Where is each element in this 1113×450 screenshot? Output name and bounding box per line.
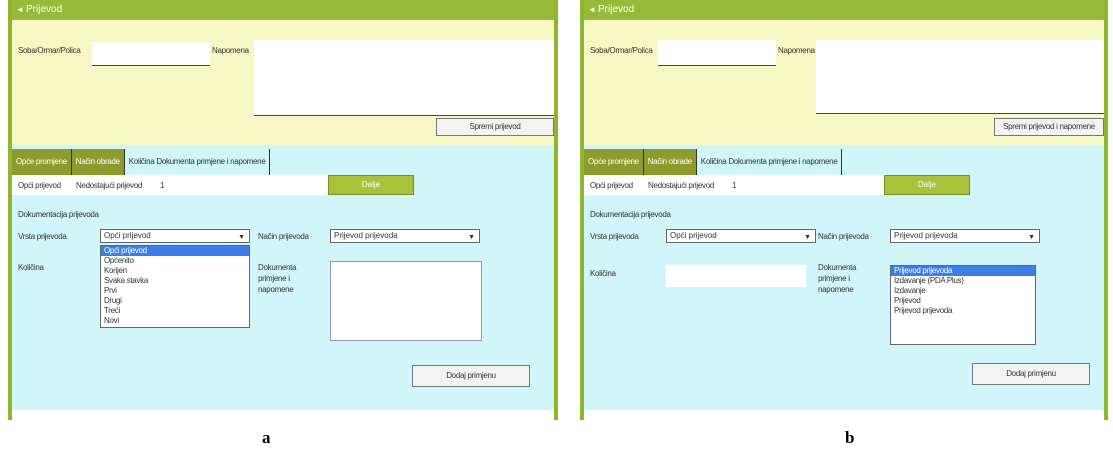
panel-b: ◄ Prijevod Soba/Ormar/Polica Napomena Sp… — [580, 0, 1108, 420]
info-row: Opći prijevod Nedostajući prijevod 1 — [12, 175, 328, 195]
panel-a-tabs: Opće promjene Način obrade Količina Doku… — [12, 149, 271, 175]
location-input[interactable] — [658, 40, 776, 66]
add-application-button[interactable]: Dodaj primjenu — [972, 363, 1090, 385]
add-application-button[interactable]: Dodaj primjenu — [412, 365, 530, 387]
list-item[interactable]: Prvi — [101, 286, 249, 296]
panel-b-tabs: Opće promjene Način obrade Količina Doku… — [584, 149, 843, 175]
doc-label-3: napomene — [818, 285, 854, 294]
tab-general[interactable]: Opće promjene — [584, 149, 644, 175]
mode-label: Način prijevoda — [818, 232, 869, 241]
collapse-arrow-icon[interactable]: ◄ — [588, 0, 596, 20]
type-select-value: Opći prijevod — [104, 231, 151, 240]
list-item[interactable]: Izdavanje (PDA Plus) — [891, 276, 1035, 286]
panel-b-bottom-section: Opće promjene Način obrade Količina Doku… — [584, 145, 1104, 410]
next-button[interactable]: Dalje — [884, 175, 970, 195]
panel-b-title: Prijevod — [598, 4, 635, 15]
panel-a-header: ◄ Prijevod — [12, 0, 554, 20]
list-item[interactable]: Općenito — [101, 256, 249, 266]
panel-a-title: Prijevod — [26, 4, 63, 15]
list-item[interactable]: Drugi — [101, 296, 249, 306]
save-button[interactable]: Spremi prijevod — [436, 118, 554, 136]
type-label: Vrsta prijevoda — [18, 232, 67, 241]
list-item[interactable]: Izdavanje — [891, 286, 1035, 296]
info-label-2: Nedostajući prijevod — [648, 181, 715, 190]
mode-label: Način prijevoda — [258, 232, 309, 241]
info-row: Opći prijevod Nedostajući prijevod 1 — [584, 175, 884, 195]
mode-dropdown-list[interactable]: Prijevod prijevoda Izdavanje (PDA Plus) … — [890, 265, 1036, 345]
panel-a-frame: ◄ Prijevod Soba/Ormar/Polica Napomena Sp… — [8, 0, 558, 420]
panel-a-bottom-section: Opće promjene Način obrade Količina Doku… — [12, 145, 554, 410]
list-item[interactable]: Treći — [101, 306, 249, 316]
info-label: Opći prijevod — [590, 181, 633, 190]
quantity-input[interactable] — [666, 265, 806, 287]
type-select[interactable]: Opći prijevod ▼ — [666, 229, 816, 243]
quantity-label: Količina — [18, 263, 44, 272]
section-title: Dokumentacija prijevoda — [18, 210, 99, 219]
panel-b-top-section: Soba/Ormar/Polica Napomena Spremi prijev… — [584, 20, 1104, 145]
mode-select-value: Prijevod prijevoda — [894, 231, 958, 240]
panel-a: ◄ Prijevod Soba/Ormar/Polica Napomena Sp… — [8, 0, 558, 420]
tab-quantity[interactable]: Količina Dokumenta primjene i napomene — [696, 149, 843, 175]
list-item[interactable]: Korijen — [101, 266, 249, 276]
doc-label-3: napomene — [258, 285, 294, 294]
type-dropdown-list[interactable]: Opći prijevod Općenito Korijen Svaka sta… — [100, 245, 250, 328]
type-label: Vrsta prijevoda — [590, 232, 639, 241]
list-item[interactable]: Opći prijevod — [101, 246, 249, 256]
doc-textarea[interactable] — [330, 261, 482, 341]
note-textarea[interactable] — [254, 40, 554, 116]
note-textarea[interactable] — [816, 40, 1104, 114]
caption-a: a — [262, 428, 271, 447]
doc-label-2: primjene i — [258, 274, 290, 283]
type-select[interactable]: Opći prijevod ▼ — [100, 229, 250, 243]
list-item[interactable]: Novi — [101, 316, 249, 326]
doc-label-2: primjene i — [818, 274, 850, 283]
list-item[interactable]: Prijevod prijevoda — [891, 306, 1035, 316]
list-item[interactable]: Prijevod prijevoda — [891, 266, 1035, 276]
location-label: Soba/Ormar/Polica — [590, 46, 653, 55]
doc-label-1: Dokumenta — [258, 263, 297, 272]
location-label: Soba/Ormar/Polica — [18, 46, 81, 55]
section-title: Dokumentacija prijevoda — [590, 210, 671, 219]
mode-select-value: Prijevod prijevoda — [334, 231, 398, 240]
chevron-down-icon: ▼ — [1028, 234, 1035, 241]
chevron-down-icon: ▼ — [804, 234, 811, 241]
note-label: Napomena — [212, 46, 249, 55]
quantity-label: Količina — [590, 269, 616, 278]
panel-a-top-section: Soba/Ormar/Polica Napomena Spremi prijev… — [12, 20, 554, 145]
mode-select[interactable]: Prijevod prijevoda ▼ — [330, 229, 480, 243]
list-item[interactable]: Prijevod — [891, 296, 1035, 306]
tab-processing[interactable]: Način obrade — [643, 149, 697, 175]
panel-b-header: ◄ Prijevod — [584, 0, 1104, 20]
tab-quantity[interactable]: Količina Dokumenta primjene i napomene — [124, 149, 271, 175]
mode-select[interactable]: Prijevod prijevoda ▼ — [890, 229, 1040, 243]
tab-general[interactable]: Opće promjene — [12, 149, 72, 175]
caption-b: b — [845, 428, 855, 447]
location-input[interactable] — [92, 42, 210, 66]
collapse-arrow-icon[interactable]: ◄ — [16, 0, 24, 20]
type-select-value: Opći prijevod — [670, 231, 717, 240]
info-label-2: Nedostajući prijevod — [76, 181, 143, 190]
list-item[interactable]: Svaka stavka — [101, 276, 249, 286]
next-button[interactable]: Dalje — [328, 175, 414, 195]
chevron-down-icon: ▼ — [468, 234, 475, 241]
panel-b-frame: ◄ Prijevod Soba/Ormar/Polica Napomena Sp… — [580, 0, 1108, 420]
doc-label-1: Dokumenta — [818, 263, 857, 272]
chevron-down-icon: ▼ — [238, 234, 245, 241]
tab-processing[interactable]: Način obrade — [71, 149, 125, 175]
info-label: Opći prijevod — [18, 181, 61, 190]
save-button[interactable]: Spremi prijevod i napomene — [994, 118, 1104, 136]
info-value: 1 — [160, 181, 165, 190]
note-label: Napomena — [778, 46, 815, 55]
info-value: 1 — [732, 181, 737, 190]
